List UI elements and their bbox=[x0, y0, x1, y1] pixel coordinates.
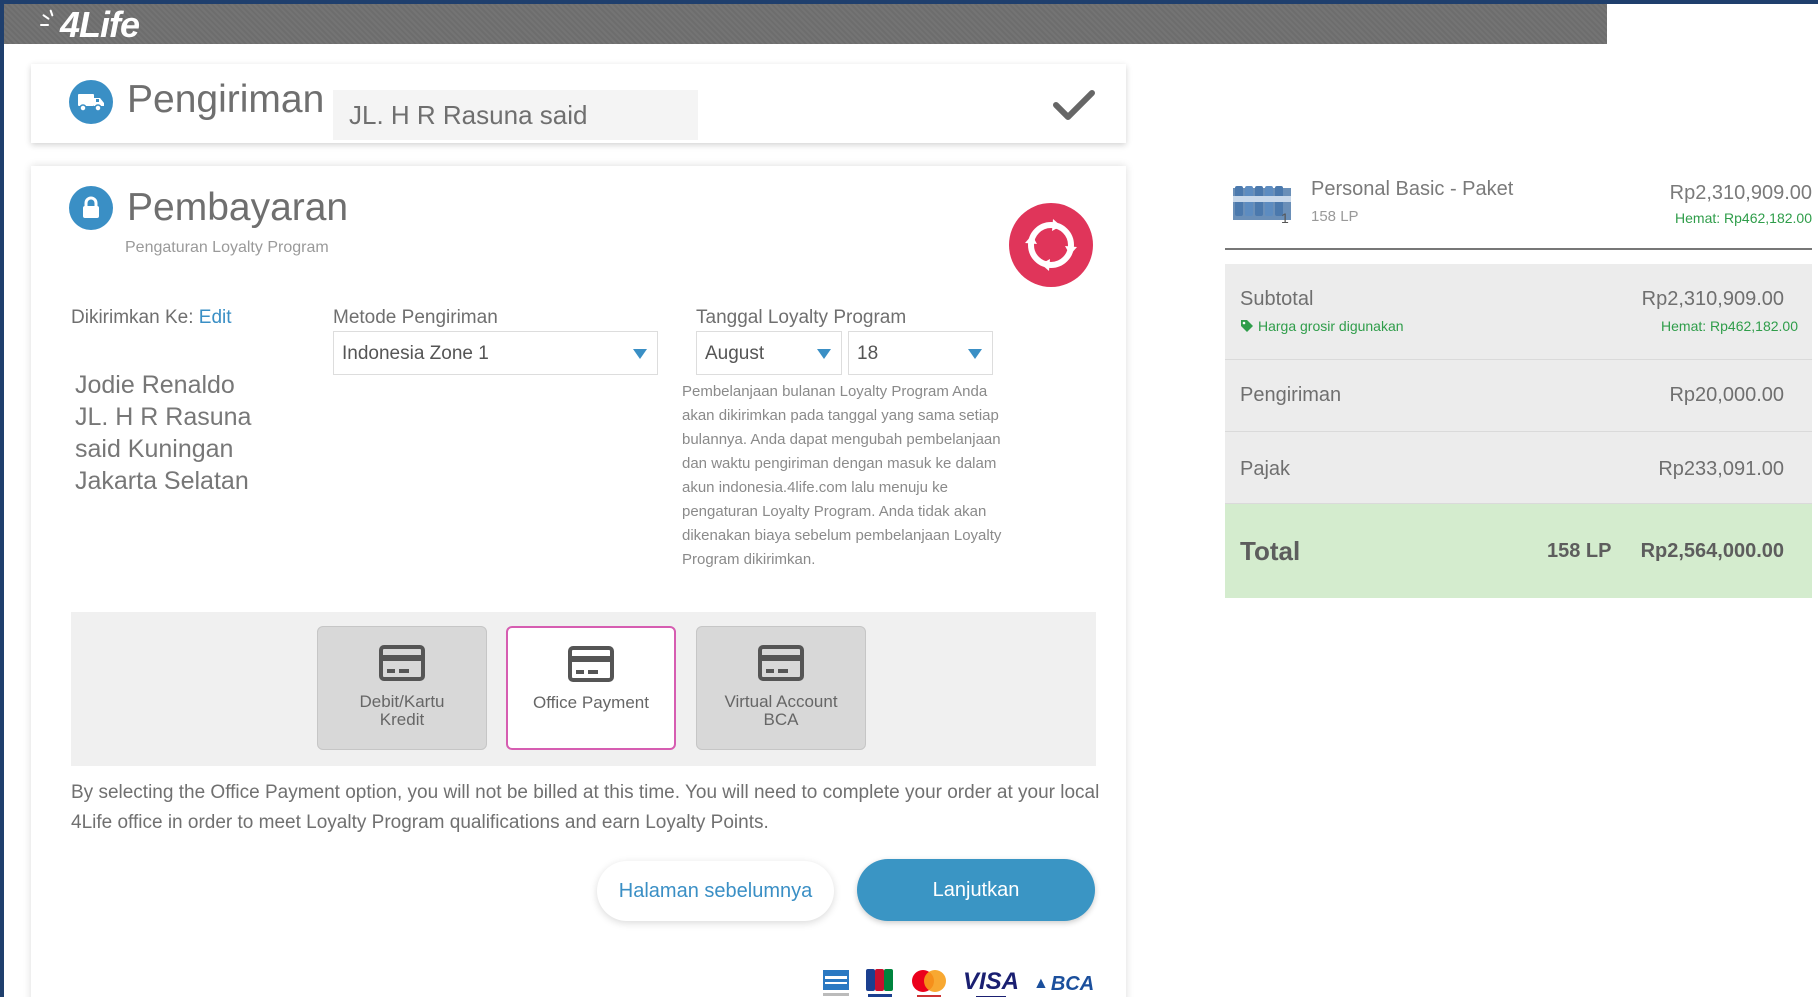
payment-title: Pembayaran bbox=[127, 186, 349, 229]
lock-icon bbox=[69, 186, 113, 230]
item-name: Personal Basic - Paket bbox=[1311, 178, 1514, 200]
subtotal-row: Subtotal Rp2,310,909.00 Harga grosir dig… bbox=[1225, 264, 1812, 360]
top-header-bar: 4Life bbox=[4, 4, 1607, 44]
tax-label: Pajak bbox=[1240, 458, 1291, 480]
cart-item: 1 Personal Basic - Paket 158 LP Rp2,310,… bbox=[1225, 174, 1812, 250]
payment-subtitle: Pengaturan Loyalty Program bbox=[125, 239, 329, 256]
subtotal-label: Subtotal bbox=[1240, 288, 1314, 310]
dropdown-arrow-icon bbox=[633, 349, 647, 359]
logo-text: 4Life bbox=[60, 4, 140, 45]
visa-icon: VISA bbox=[963, 969, 1019, 997]
truck-icon bbox=[69, 80, 113, 124]
order-summary: 1 Personal Basic - Paket 158 LP Rp2,310,… bbox=[1225, 174, 1812, 598]
payment-options-panel: Debit/Kartu Kredit Office Payment Virtua… bbox=[71, 612, 1096, 766]
credit-card-icon bbox=[568, 646, 614, 682]
jcb-icon bbox=[866, 969, 893, 997]
loyalty-day-select[interactable]: 18 bbox=[848, 331, 993, 375]
tax-row: Pajak Rp233,091.00 bbox=[1225, 432, 1812, 504]
shipping-address-summary: JL. H R Rasuna said bbox=[333, 90, 698, 140]
credit-card-icon bbox=[758, 645, 804, 681]
payment-option-label: Virtual Account BCA bbox=[724, 692, 838, 729]
edit-address-link[interactable]: Edit bbox=[199, 307, 232, 328]
subtotal-savings: Hemat: Rp462,182.00 bbox=[1661, 318, 1798, 334]
continue-button[interactable]: Lanjutkan bbox=[857, 859, 1095, 921]
shipping-cost-value: Rp20,000.00 bbox=[1669, 384, 1784, 406]
bca-icon: ▲ BCA bbox=[1033, 972, 1095, 995]
brand-logo[interactable]: 4Life bbox=[40, 4, 140, 45]
payment-section: Pembayaran Pengaturan Loyalty Program Di… bbox=[31, 166, 1126, 997]
shipping-cost-row: Pengiriman Rp20,000.00 bbox=[1225, 360, 1812, 432]
item-savings: Hemat: Rp462,182.00 bbox=[1675, 210, 1812, 226]
mastercard-icon bbox=[912, 970, 946, 997]
loyalty-date-label: Tanggal Loyalty Program bbox=[696, 307, 907, 328]
payment-option-label: Office Payment bbox=[533, 693, 649, 712]
card-brand-logos: VISA ▲ BCA bbox=[821, 966, 1094, 997]
office-payment-notice: By selecting the Office Payment option, … bbox=[71, 782, 1100, 833]
total-value: Rp2,564,000.00 bbox=[1640, 540, 1784, 562]
total-lp: 158 LP bbox=[1547, 540, 1612, 562]
amex-safekey-icon bbox=[823, 970, 849, 996]
dropdown-arrow-icon bbox=[968, 349, 982, 359]
shipping-cost-label: Pengiriman bbox=[1240, 384, 1342, 406]
ship-to-address: Jodie Renaldo JL. H R Rasuna said Kuning… bbox=[75, 371, 252, 495]
payment-option-card[interactable]: Debit/Kartu Kredit bbox=[317, 626, 487, 750]
item-lp: 158 LP bbox=[1311, 208, 1359, 225]
shipping-section: Pengiriman JL. H R Rasuna said bbox=[31, 64, 1126, 143]
payment-option-label: Debit/Kartu Kredit bbox=[359, 692, 445, 729]
shipping-method-label: Metode Pengiriman bbox=[333, 307, 498, 328]
logo-rays-icon bbox=[40, 9, 60, 40]
shipping-title: Pengiriman bbox=[127, 78, 325, 121]
tag-icon bbox=[1241, 320, 1253, 332]
refresh-icon bbox=[1025, 219, 1077, 271]
item-quantity: 1 bbox=[1281, 210, 1289, 226]
wholesale-note: Harga grosir digunakan bbox=[1240, 318, 1404, 334]
item-price: Rp2,310,909.00 bbox=[1669, 182, 1812, 204]
page: 4Life Pengiriman JL. H R Rasuna said Pem… bbox=[4, 4, 1818, 997]
shipping-method-select[interactable]: Indonesia Zone 1 bbox=[333, 331, 658, 375]
tax-value: Rp233,091.00 bbox=[1658, 458, 1784, 480]
credit-card-icon bbox=[379, 645, 425, 681]
loyalty-month-select[interactable]: August bbox=[696, 331, 842, 375]
loyalty-info-text: Pembelanjaan bulanan Loyalty Program And… bbox=[682, 383, 1002, 568]
payment-option-bca-virtual-account[interactable]: Virtual Account BCA bbox=[696, 626, 866, 750]
dropdown-arrow-icon bbox=[817, 349, 831, 359]
subtotal-value: Rp2,310,909.00 bbox=[1641, 288, 1784, 310]
ship-to-label: Dikirimkan Ke: Edit bbox=[71, 307, 232, 328]
payment-option-office[interactable]: Office Payment bbox=[506, 626, 676, 750]
loyalty-refresh-button[interactable] bbox=[1009, 203, 1093, 287]
previous-page-button[interactable]: Halaman sebelumnya bbox=[597, 861, 834, 921]
checkmark-icon bbox=[1052, 88, 1096, 127]
total-row: Total 158 LP Rp2,564,000.00 bbox=[1225, 504, 1812, 598]
total-label: Total bbox=[1240, 536, 1301, 566]
